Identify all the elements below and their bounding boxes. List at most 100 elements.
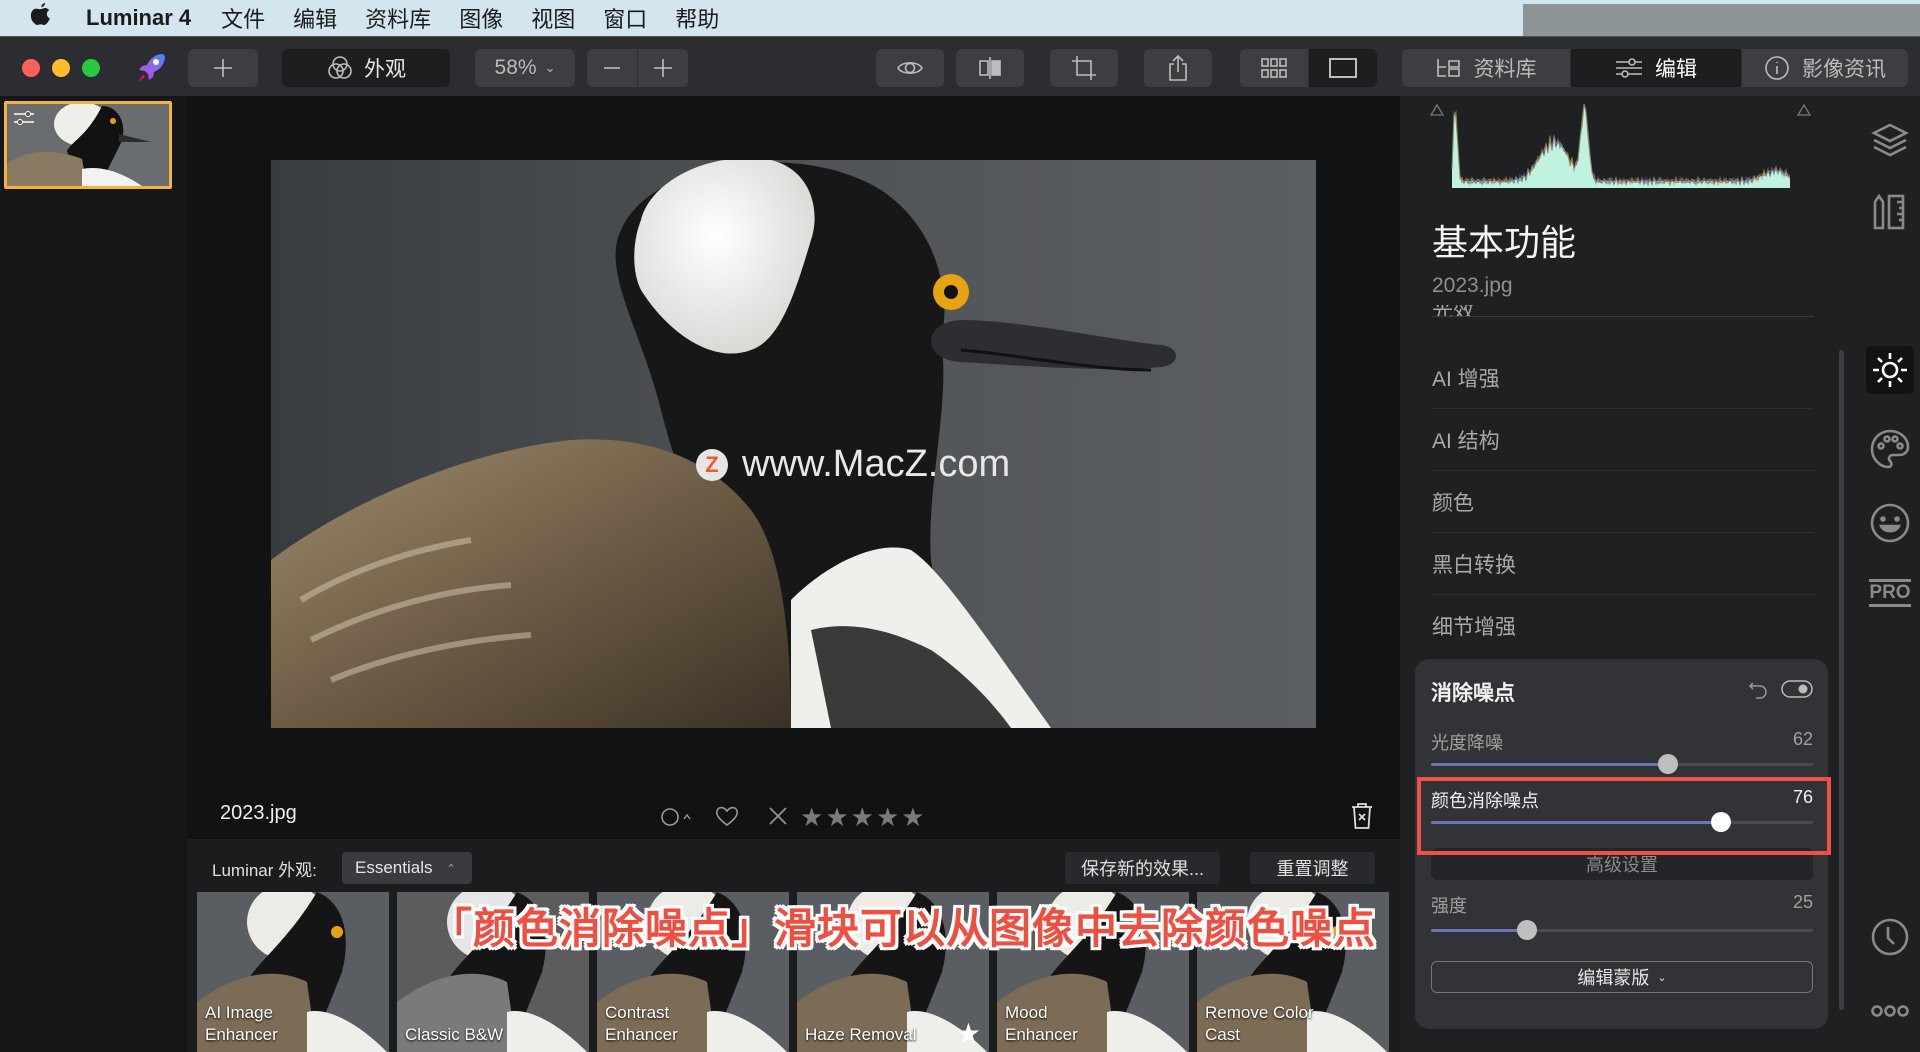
x-icon: [769, 807, 787, 825]
edit-mask-label: 编辑蒙版: [1577, 968, 1650, 988]
menu-edit[interactable]: 编辑: [293, 2, 337, 34]
star-5[interactable]: ★: [901, 802, 924, 833]
looks-button[interactable]: 外观: [282, 49, 450, 87]
zoom-in-button[interactable]: [638, 49, 688, 87]
watermark-text: www.MacZ.com: [742, 443, 1011, 485]
zoom-out-button[interactable]: [587, 49, 637, 87]
section-bw-conversion[interactable]: 黑白转换: [1432, 533, 1814, 595]
preset-tile[interactable]: AI Image Enhancer: [197, 892, 389, 1052]
menu-image[interactable]: 图像: [459, 2, 503, 34]
creative-button[interactable]: [1860, 429, 1920, 469]
layers-icon: [1871, 123, 1909, 157]
delete-button[interactable]: [1350, 802, 1374, 835]
presets-category-value: Essentials: [355, 858, 433, 877]
star-3[interactable]: ★: [851, 802, 874, 833]
layers-button[interactable]: [1860, 121, 1920, 159]
trash-icon: [1352, 803, 1372, 829]
rocket-icon[interactable]: [135, 51, 167, 90]
apple-menu-icon[interactable]: [30, 2, 66, 35]
essentials-button[interactable]: [1860, 346, 1920, 394]
toggle-switch-icon[interactable]: [1781, 679, 1813, 699]
section-ai-structure[interactable]: AI 结构: [1432, 409, 1814, 471]
add-photos-button[interactable]: [188, 49, 258, 87]
menu-library[interactable]: 资料库: [365, 2, 431, 34]
minus-icon: [604, 67, 620, 69]
undo-icon[interactable]: [1748, 679, 1768, 699]
luminosity-denoise-slider[interactable]: [1431, 754, 1813, 774]
section-ai-enhance[interactable]: AI 增强: [1432, 347, 1814, 409]
favorite-button[interactable]: [715, 805, 739, 832]
toolbar: 外观 58% ⌄ 资料库 编辑 影像资讯: [0, 36, 1920, 96]
menu-window[interactable]: 窗口: [603, 2, 647, 34]
looks-label: 外观: [364, 58, 406, 81]
reset-adjustments-button[interactable]: 重置调整: [1250, 852, 1375, 884]
section-details-enhancer[interactable]: 细节增强: [1432, 595, 1814, 657]
main-photo[interactable]: Z www.MacZ.com: [271, 160, 1316, 728]
panel-filename: 2023.jpg: [1432, 274, 1513, 297]
shadow-clipping-icon[interactable]: [1430, 104, 1444, 116]
color-label-button[interactable]: [660, 806, 694, 833]
share-icon: [1169, 54, 1187, 81]
canvas-button[interactable]: [1860, 192, 1920, 232]
crop-button[interactable]: [1050, 49, 1118, 87]
star-2[interactable]: ★: [825, 802, 848, 833]
clock-icon: [1871, 918, 1909, 956]
watermark: Z www.MacZ.com: [696, 443, 1010, 486]
preset-label: Classic B&W: [405, 1025, 504, 1044]
pro-button[interactable]: PRO: [1860, 579, 1920, 607]
highlight-clipping-icon[interactable]: [1797, 104, 1811, 116]
split-view-icon: [979, 57, 1001, 79]
edit-mask-button[interactable]: 编辑蒙版 ⌄: [1431, 961, 1813, 993]
tab-library[interactable]: 资料库: [1402, 49, 1570, 87]
menu-file[interactable]: 文件: [221, 2, 265, 34]
app-menu[interactable]: Luminar 4: [86, 5, 191, 31]
save-preset-button[interactable]: 保存新的效果...: [1065, 852, 1220, 884]
library-icon: [1436, 59, 1460, 77]
tab-info-label: 影像资讯: [1802, 58, 1886, 81]
tab-library-label: 资料库: [1473, 58, 1537, 81]
preview-button[interactable]: [876, 49, 944, 87]
tutorial-caption: 「颜色消除噪点」滑块可以从图像中去除颜色噪点: [430, 905, 1377, 952]
portrait-button[interactable]: [1860, 503, 1920, 543]
presets-category-label: Luminar 外观:: [212, 861, 317, 880]
grid-icon: [1261, 58, 1287, 78]
histogram-channel: [1451, 104, 1790, 187]
more-button[interactable]: [1860, 1004, 1920, 1018]
close-window-button[interactable]: [22, 59, 40, 77]
compare-button[interactable]: [956, 49, 1024, 87]
history-button[interactable]: [1860, 918, 1920, 956]
minimize-window-button[interactable]: [52, 59, 70, 77]
section-color[interactable]: 颜色: [1432, 471, 1814, 533]
watermark-logo-icon: Z: [696, 448, 728, 481]
zoom-value: 58%: [494, 56, 537, 79]
menu-help[interactable]: 帮助: [675, 2, 719, 34]
denoise-title: 消除噪点: [1431, 682, 1515, 705]
star-rating[interactable]: ★ ★ ★ ★ ★: [800, 802, 927, 833]
sun-icon: [1873, 353, 1907, 387]
tab-edit[interactable]: 编辑: [1571, 49, 1741, 87]
filmstrip-thumbnail[interactable]: [4, 101, 172, 189]
chevron-up-icon: ⌃: [446, 862, 456, 875]
tab-info[interactable]: 影像资讯: [1742, 49, 1908, 87]
eye-icon: [897, 61, 923, 75]
grid-view-button[interactable]: [1240, 49, 1308, 87]
favorite-star-icon[interactable]: ★: [956, 1017, 981, 1050]
panel-scrollbar[interactable]: [1839, 350, 1844, 1010]
slider-knob[interactable]: [1516, 920, 1537, 940]
tab-edit-label: 编辑: [1655, 58, 1697, 81]
strength-slider[interactable]: [1431, 920, 1813, 940]
menu-view[interactable]: 视图: [531, 2, 575, 34]
star-4[interactable]: ★: [876, 802, 899, 833]
single-view-button[interactable]: [1309, 49, 1377, 87]
tool-category-strip: PRO: [1860, 96, 1920, 1052]
zoom-select[interactable]: 58% ⌄: [475, 49, 575, 87]
zoom-window-button[interactable]: [82, 59, 100, 77]
reject-button[interactable]: [768, 806, 788, 831]
histogram-luminance: [1452, 104, 1790, 188]
presets-category-select[interactable]: Essentials ⌃: [342, 852, 472, 884]
star-1[interactable]: ★: [800, 802, 823, 833]
share-button[interactable]: [1144, 49, 1212, 87]
section-partial[interactable]: 光效: [1432, 305, 1814, 317]
canvas-tools-icon: [1873, 193, 1905, 230]
slider-knob[interactable]: [1657, 754, 1678, 774]
